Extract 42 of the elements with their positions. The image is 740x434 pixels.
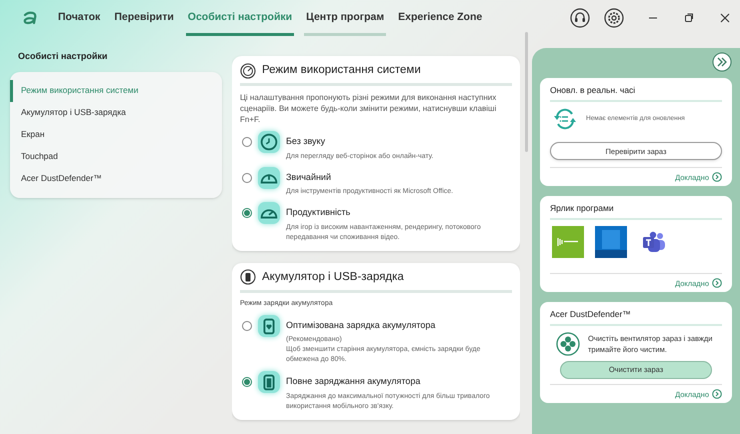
- close-icon[interactable]: [720, 13, 730, 23]
- card-title: Ярлик програми: [550, 202, 722, 220]
- radio-button[interactable]: [242, 137, 252, 148]
- nav-tab[interactable]: Центр програм: [304, 0, 386, 36]
- battery-icon: [258, 314, 280, 336]
- collapse-icon[interactable]: [712, 52, 732, 72]
- option-label: Повне заряджання акумулятора: [286, 375, 422, 388]
- option-label: Без звуку: [286, 135, 326, 148]
- headset-icon[interactable]: [570, 8, 590, 28]
- battery-icon: [258, 371, 280, 393]
- sidebar-item[interactable]: Режим використання системи: [10, 80, 222, 102]
- page-title: Особисті настройки: [17, 50, 108, 63]
- sidebar-item[interactable]: Екран: [10, 124, 222, 146]
- sync-icon: [552, 108, 578, 130]
- radio-button[interactable]: [242, 172, 252, 183]
- sidebar-item[interactable]: Acer DustDefender™: [10, 168, 222, 190]
- scrollbar[interactable]: [524, 32, 528, 152]
- card-title: Режим використання системи: [262, 63, 421, 78]
- chevron-icon: [712, 172, 722, 182]
- radio-button[interactable]: [242, 377, 252, 387]
- logo-icon: [22, 11, 38, 25]
- card-description: Ці налаштування пропонують різні режими для виконання наступних сценаріїв. Ви можете будь-коли змінити режими, натиснувши клавіші Fn+F.: [240, 92, 498, 126]
- nav-tab[interactable]: Experience Zone: [396, 0, 484, 36]
- nav-tab[interactable]: Перевірити: [112, 0, 176, 36]
- nav-tab[interactable]: Початок: [56, 0, 102, 36]
- fan-icon: [556, 332, 580, 356]
- sidebar-item[interactable]: Touchpad: [10, 146, 222, 168]
- option-label: Звичайний: [286, 170, 332, 184]
- radio-button[interactable]: [242, 320, 252, 330]
- restore-icon[interactable]: [684, 13, 694, 23]
- chevron-icon: [712, 278, 722, 288]
- chevron-icon: [712, 389, 722, 400]
- battery-icon: [240, 269, 256, 286]
- card-title: Оновл. в реальн. часі: [550, 84, 722, 102]
- option-label: Продуктивність: [286, 206, 352, 220]
- nav-tab[interactable]: Особисті настройки: [186, 0, 294, 36]
- settings-icon[interactable]: [604, 8, 624, 28]
- sidebar-item[interactable]: Акумулятор і USB-зарядка: [10, 102, 222, 124]
- radio-button[interactable]: [242, 208, 252, 218]
- option-label: Оптимізована зарядка акумулятора: [286, 318, 436, 332]
- card-title: Acer DustDefender™: [550, 308, 722, 326]
- card-title: Акумулятор і USB-зарядка: [262, 270, 404, 285]
